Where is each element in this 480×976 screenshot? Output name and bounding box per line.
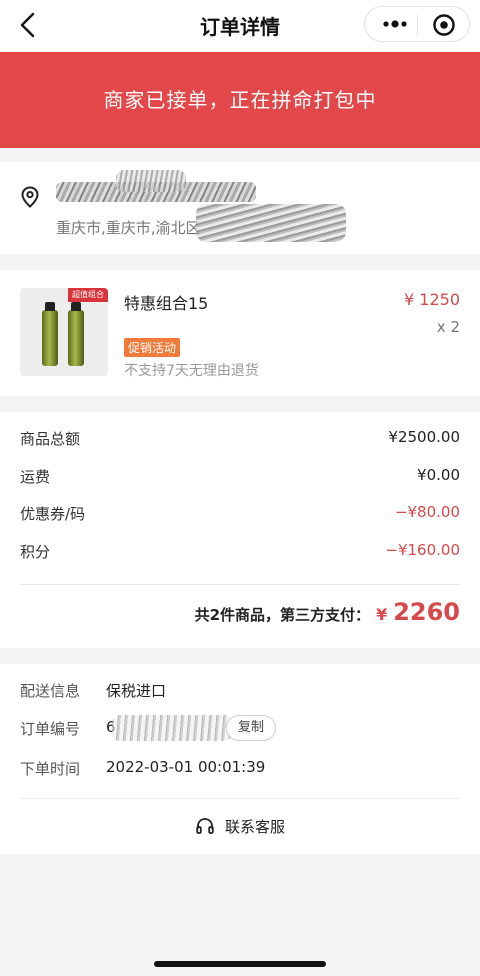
summary-value: −¥160.00 bbox=[385, 541, 460, 559]
payment-total: 共2件商品，第三方支付： ¥ 2260 bbox=[195, 598, 460, 626]
summary-label: 积分 bbox=[20, 543, 51, 561]
promo-tag: 促销活动 bbox=[124, 338, 181, 357]
contact-service-label: 联系客服 bbox=[224, 817, 285, 836]
redacted-recipient-phone bbox=[116, 170, 186, 192]
home-indicator[interactable] bbox=[154, 961, 326, 967]
product-name[interactable]: 特惠组合15 bbox=[124, 290, 208, 314]
more-dots-icon[interactable] bbox=[381, 14, 409, 34]
summary-row-coupon: 优惠券/码 −¥80.00 bbox=[20, 503, 460, 527]
order-number-label: 订单编号 bbox=[20, 720, 81, 738]
address-card[interactable]: 重庆市,重庆市,渝北区 bbox=[0, 162, 480, 254]
target-close-icon[interactable] bbox=[432, 13, 456, 37]
price-summary-card: 商品总额 ¥2500.00 运费 ¥0.00 优惠券/码 −¥80.00 积分 … bbox=[0, 412, 480, 648]
product-card[interactable]: 超值组合 特惠组合15 ¥ 1250 x 2 促销活动 不支持7天无理由退货 bbox=[0, 270, 480, 396]
total-currency: ¥ bbox=[376, 605, 388, 624]
summary-label: 运费 bbox=[20, 468, 51, 486]
product-bottle-image bbox=[42, 302, 58, 366]
product-price: ¥ 1250 bbox=[404, 290, 460, 309]
summary-value: ¥2500.00 bbox=[388, 428, 460, 446]
headset-icon bbox=[196, 818, 214, 834]
address-city: 重庆市,重庆市,渝北区 bbox=[56, 219, 201, 237]
summary-value: ¥0.00 bbox=[417, 466, 460, 484]
order-time-value: 2022-03-01 00:01:39 bbox=[106, 758, 266, 776]
order-info-card: 配送信息 保税进口 订单编号 6 下单时间 2022-03-01 00:01:3… bbox=[0, 664, 480, 854]
redacted-order-number bbox=[112, 715, 232, 741]
total-amount: 2260 bbox=[393, 598, 460, 626]
capsule-divider bbox=[417, 15, 418, 35]
order-time-label: 下单时间 bbox=[20, 760, 81, 778]
summary-row-points: 积分 −¥160.00 bbox=[20, 541, 460, 565]
product-bottle-image bbox=[68, 302, 84, 366]
copy-order-number-button[interactable]: 复制 bbox=[226, 715, 276, 741]
divider bbox=[20, 584, 460, 585]
navigation-bar: 订单详情 bbox=[0, 0, 480, 52]
total-prefix: 共2件商品，第三方支付： bbox=[194, 606, 371, 624]
delivery-label: 配送信息 bbox=[20, 682, 81, 700]
summary-row-shipping: 运费 ¥0.00 bbox=[20, 466, 460, 490]
summary-label: 商品总额 bbox=[20, 430, 81, 448]
product-thumbnail[interactable]: 超值组合 bbox=[20, 288, 108, 376]
product-quantity: x 2 bbox=[436, 318, 460, 336]
redacted-address-detail bbox=[196, 204, 346, 242]
summary-label: 优惠券/码 bbox=[20, 505, 86, 523]
return-policy-note: 不支持7天无理由退货 bbox=[124, 363, 259, 379]
summary-value: −¥80.00 bbox=[394, 503, 460, 521]
order-status-banner: 商家已接单，正在拼命打包中 bbox=[0, 52, 480, 148]
divider bbox=[20, 798, 460, 799]
thumbnail-badge: 超值组合 bbox=[68, 288, 108, 302]
location-pin-icon bbox=[21, 186, 39, 208]
delivery-value: 保税进口 bbox=[106, 682, 167, 700]
summary-row-subtotal: 商品总额 ¥2500.00 bbox=[20, 428, 460, 452]
contact-service-button[interactable]: 联系客服 bbox=[0, 812, 480, 840]
mini-program-capsule bbox=[364, 6, 470, 42]
